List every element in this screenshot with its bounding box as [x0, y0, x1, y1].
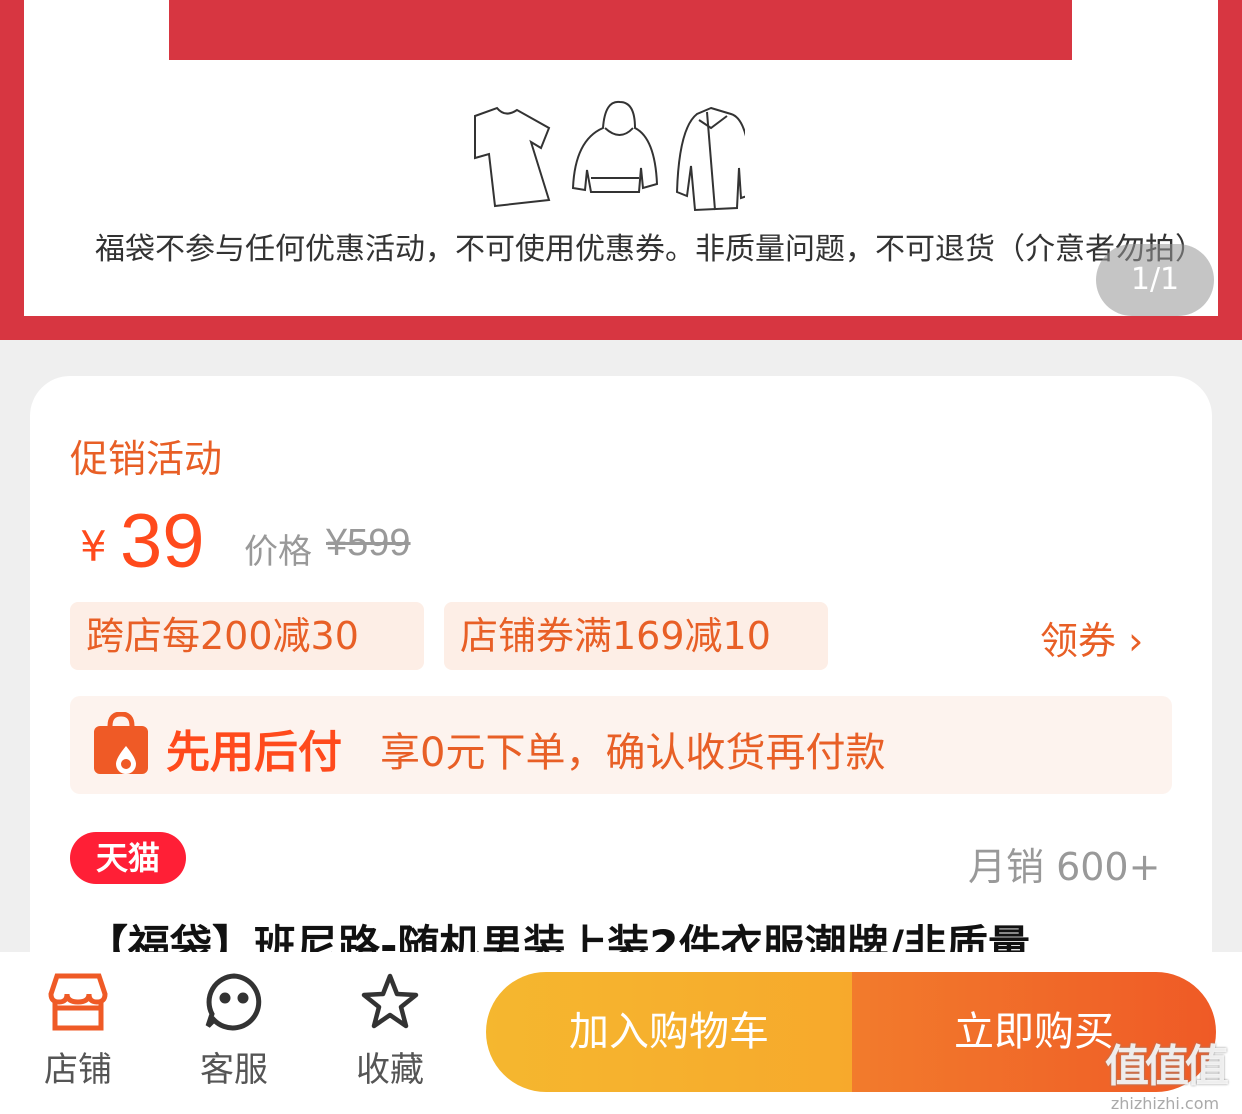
watermark-logo: 值值值 — [1105, 1041, 1229, 1092]
customer-service-nav-button[interactable]: 客服 — [184, 972, 284, 1091]
star-icon — [361, 973, 419, 1029]
watermark-url: zhizhizhi.com — [1110, 1094, 1220, 1113]
coupon-tag-store[interactable]: 店铺券满169减10 — [444, 602, 828, 670]
banner-red-strip — [169, 0, 1072, 60]
shopping-bag-icon — [94, 712, 148, 774]
original-price-value: ¥599 — [326, 522, 411, 564]
promo-title: 促销活动 — [70, 437, 223, 481]
original-price-label: 价格 — [244, 532, 312, 572]
service-label: 客服 — [200, 1050, 268, 1090]
image-pager: 1/1 — [1096, 244, 1214, 316]
shop-nav-button[interactable]: 店铺 — [28, 972, 128, 1091]
price-value: 39 — [120, 499, 205, 584]
coupon-tag-cross-store[interactable]: 跨店每200减30 — [70, 602, 424, 670]
get-coupon-link[interactable]: 领券 › — [1040, 610, 1143, 665]
chat-face-icon — [205, 973, 262, 1031]
site-watermark: 值值值 zhizhizhi.com — [1092, 1030, 1238, 1113]
favorite-nav-button[interactable]: 收藏 — [340, 972, 440, 1091]
favorite-label: 收藏 — [356, 1050, 424, 1090]
banner-notice-text: 福袋不参与任何优惠活动，不可使用优惠券。非质量问题，不可退货（介意者勿拍） — [95, 232, 1205, 267]
shop-label: 店铺 — [44, 1050, 112, 1090]
shop-icon — [48, 973, 108, 1031]
price-currency: ¥ — [80, 522, 107, 571]
tmall-badge: 天猫 — [70, 832, 186, 884]
add-to-cart-button[interactable]: 加入购物车 — [486, 972, 852, 1092]
monthly-sales: 月销 600+ — [968, 845, 1161, 889]
clothing-illustration-icon — [474, 100, 745, 212]
bnpl-description: 享0元下单，确认收货再付款 — [380, 730, 886, 776]
bnpl-title: 先用后付 — [166, 727, 342, 778]
